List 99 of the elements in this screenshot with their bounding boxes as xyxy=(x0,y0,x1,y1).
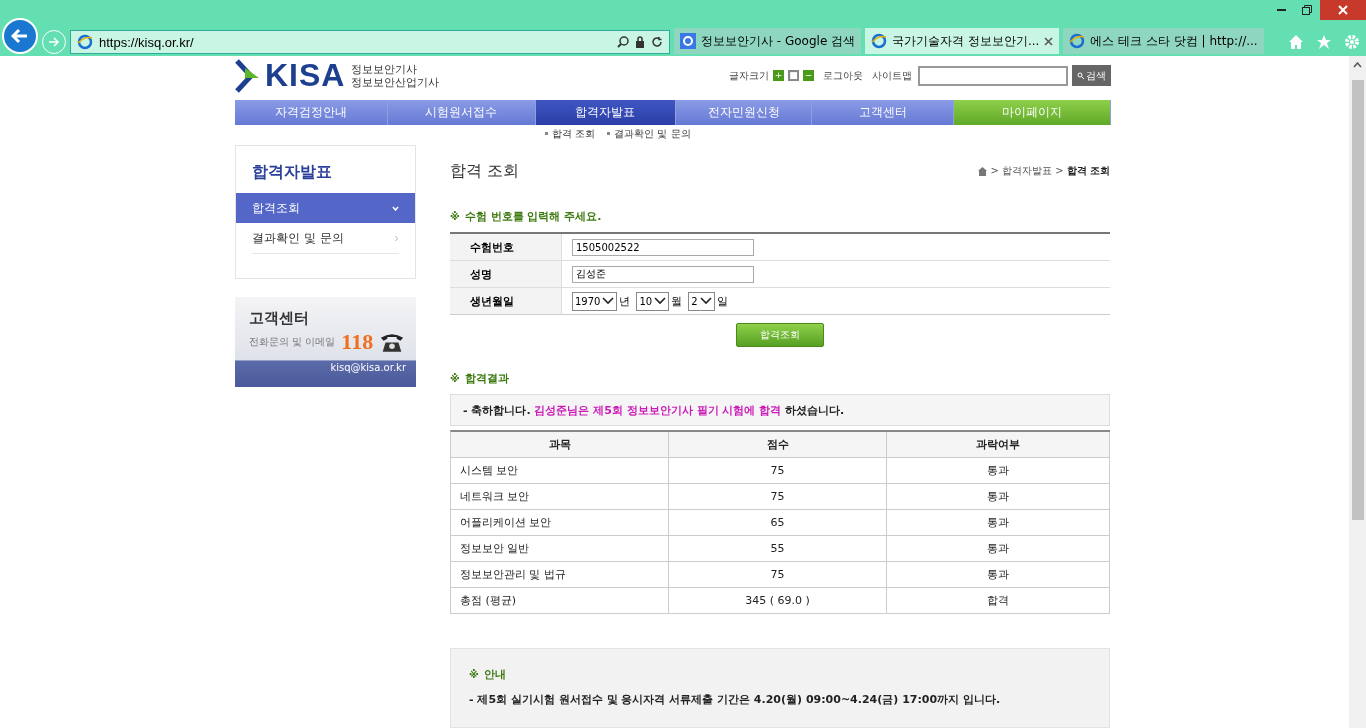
lock-icon xyxy=(635,36,645,48)
scrollbar[interactable] xyxy=(1349,56,1366,728)
subnav-link[interactable]: 결과확인 및 문의 xyxy=(614,126,691,141)
banner-title: 고객센터 xyxy=(249,309,310,328)
url-text: https://kisq.or.kr/ xyxy=(99,34,195,50)
star-icon[interactable] xyxy=(1316,34,1332,50)
caret-icon xyxy=(602,297,615,305)
table-cell: 75 xyxy=(669,484,887,510)
search-icon xyxy=(617,36,629,48)
browser-page-icon xyxy=(77,34,93,50)
phone-number: 118 xyxy=(341,330,374,354)
dropdown[interactable]: 1970 xyxy=(572,291,618,311)
table-cell: 통과 xyxy=(887,510,1110,536)
table-cell: 총점 (평균) xyxy=(451,588,669,614)
subnav-link[interactable]: 합격 조회 xyxy=(552,126,596,141)
table-cell: 75 xyxy=(669,562,887,588)
reference-mark: ※ xyxy=(469,669,479,680)
scroll-up-icon[interactable] xyxy=(1353,62,1362,68)
table-cell: 통과 xyxy=(887,458,1110,484)
column-header: 과목 xyxy=(451,432,669,458)
section-heading: 합격결과 xyxy=(464,371,509,386)
unit-label: 일 xyxy=(716,293,728,309)
form-label: 수험번호 xyxy=(450,234,562,260)
window-close-button[interactable] xyxy=(1320,0,1366,20)
forward-arrow-icon xyxy=(48,36,60,48)
table-cell: 정보보안관리 및 법규 xyxy=(451,562,669,588)
dropdown[interactable]: 10 xyxy=(636,291,670,311)
logo-subtitle: 정보보안산업기사 xyxy=(351,75,440,89)
column-header: 점수 xyxy=(669,432,887,458)
reference-mark: ※ xyxy=(450,373,460,384)
home-icon[interactable] xyxy=(978,166,988,176)
chevron-right-icon xyxy=(394,234,399,242)
table-cell: 시스템 보안 xyxy=(451,458,669,484)
search-field[interactable] xyxy=(918,65,1068,86)
form-label: 성명 xyxy=(450,261,562,287)
close-icon xyxy=(1338,5,1348,15)
table-cell: 통과 xyxy=(887,484,1110,510)
result-message: - 축하합니다. 김성준님은 제5회 정보보안기사 필기 시험에 합격 하셨습니다. xyxy=(450,394,1110,426)
minimize-icon xyxy=(1276,9,1286,11)
telephone-icon xyxy=(379,331,406,353)
browser-tab[interactable]: 에스 테크 스타 닷컴 | http://... xyxy=(1063,28,1264,54)
table-cell: 345 ( 69.0 ) xyxy=(669,588,887,614)
banner-subtitle: 전화문의 및 이메일 xyxy=(249,335,336,349)
logo-subtitle: 정보보안기사 xyxy=(351,62,419,76)
input-field[interactable]: 김성준 xyxy=(572,265,754,283)
font-size-button[interactable]: + xyxy=(773,70,784,82)
back-arrow-icon xyxy=(11,27,29,45)
google-icon xyxy=(680,33,696,49)
font-size-button[interactable]: − xyxy=(803,70,814,82)
browser-tab[interactable]: 정보보안기사 - Google 검색 xyxy=(674,28,862,54)
table-cell: 75 xyxy=(669,458,887,484)
side-menu-item[interactable]: 결과확인 및 문의 xyxy=(252,223,399,254)
section-heading: 수험 번호를 입력해 주세요. xyxy=(464,209,602,224)
dropdown[interactable]: 2 xyxy=(688,291,715,311)
table-cell: 네트워크 보안 xyxy=(451,484,669,510)
refresh-icon[interactable] xyxy=(651,36,663,48)
browser-tab[interactable]: 국가기술자격 정보보안기... xyxy=(865,28,1060,54)
section-heading: 안내 xyxy=(483,667,506,682)
form-label: 생년월일 xyxy=(450,288,562,314)
search-icon xyxy=(1077,72,1084,80)
breadcrumb-link[interactable]: > 합격자발표 > xyxy=(990,164,1064,178)
search-button[interactable]: 검색 xyxy=(1072,65,1111,87)
header-link[interactable]: 로그아웃 xyxy=(823,68,863,83)
side-menu-item[interactable]: 합격조회 xyxy=(236,193,415,223)
bullet-icon xyxy=(607,132,611,136)
browser-page-icon xyxy=(1069,33,1086,49)
table-cell: 65 xyxy=(669,510,887,536)
font-size-button[interactable]: ■ xyxy=(788,70,799,82)
page-title: 합격 조회 xyxy=(450,160,520,182)
side-menu-title: 합격자발표 xyxy=(251,161,333,183)
input-field[interactable]: 1505002522 xyxy=(572,238,754,256)
address-bar[interactable]: https://kisq.or.kr/ xyxy=(70,30,670,54)
column-header: 과락여부 xyxy=(887,432,1110,458)
nav-tab[interactable]: 합격자발표 xyxy=(535,99,676,125)
table-cell: 합격 xyxy=(887,588,1110,614)
table-cell: 55 xyxy=(669,536,887,562)
reference-mark: ※ xyxy=(450,211,460,222)
bullet-icon xyxy=(545,132,548,136)
table-cell: 통과 xyxy=(887,562,1110,588)
browser-page-icon xyxy=(871,33,888,49)
back-button[interactable] xyxy=(2,18,38,54)
close-icon[interactable] xyxy=(1044,36,1054,46)
logo-mark-icon xyxy=(235,58,259,93)
restore-icon xyxy=(1302,5,1312,15)
notice-text: - 제5회 실기시험 원서접수 및 응시자격 서류제출 기간은 4.20(월) 09:00~4.24(금) 17:00까지 입니다. xyxy=(469,692,1002,707)
breadcrumb-current: 합격 조회 xyxy=(1066,164,1110,178)
caret-icon xyxy=(699,297,712,305)
support-banner[interactable]: 고객센터 전화문의 및 이메일 118 kisq@kisa.or.kr xyxy=(235,297,416,387)
header-link[interactable]: 사이트맵 xyxy=(872,68,912,83)
chevron-down-icon xyxy=(392,205,399,211)
font-size-label: 글자크기 xyxy=(729,68,769,83)
table-cell: 어플리케이션 보안 xyxy=(451,510,669,536)
unit-label: 년 xyxy=(619,293,631,309)
unit-label: 월 xyxy=(671,293,683,309)
banner-email: kisq@kisa.or.kr xyxy=(330,362,406,373)
table-cell: 정보보안 일반 xyxy=(451,536,669,562)
logo-text: KISA xyxy=(265,57,346,95)
caret-icon xyxy=(654,297,667,305)
table-cell: 통과 xyxy=(887,536,1110,562)
